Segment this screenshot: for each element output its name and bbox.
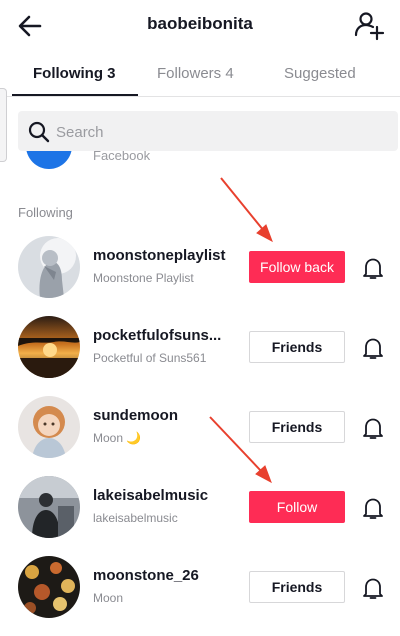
username[interactable]: lakeisabelmusic [93, 487, 208, 504]
search-bar[interactable] [18, 111, 398, 153]
username[interactable]: sundemoon [93, 407, 178, 424]
list-item[interactable]: sundemoon Moon 🌙 Friends [0, 396, 400, 476]
nickname: Moon 🌙 [93, 431, 142, 445]
nickname: Pocketful of Suns561 [93, 351, 207, 365]
bell-icon[interactable] [360, 415, 386, 441]
section-label: Following [18, 205, 73, 220]
follow-button[interactable]: Follow [249, 491, 345, 523]
annotation-arrow-icon [220, 177, 273, 243]
tab-followers[interactable]: Followers 4 [157, 65, 234, 82]
tab-bar: Following 3 Followers 4 Suggested [0, 50, 400, 97]
friends-button[interactable]: Friends [249, 571, 345, 603]
list-item[interactable]: pocketfulofsuns... Pocketful of Suns561 … [0, 316, 400, 396]
nickname: Moon [93, 591, 124, 605]
nickname: Moonstone Playlist [93, 271, 194, 285]
avatar[interactable] [18, 316, 80, 378]
active-tab-indicator [12, 94, 138, 96]
username[interactable]: pocketfulofsuns... [93, 327, 221, 344]
avatar[interactable] [18, 476, 80, 538]
search-icon [28, 121, 50, 143]
page-title: baobeibonita [147, 14, 253, 33]
partial-item-label: Facebook [93, 151, 151, 163]
add-user-icon[interactable] [352, 8, 386, 42]
friends-button[interactable]: Friends [249, 331, 345, 363]
bell-icon[interactable] [360, 495, 386, 521]
avatar[interactable] [18, 396, 80, 458]
username[interactable]: moonstoneplaylist [93, 247, 226, 264]
list-item[interactable]: moonstoneplaylist Moonstone Playlist Fol… [0, 236, 400, 316]
nickname: lakeisabelmusic [93, 511, 178, 525]
bell-icon[interactable] [360, 335, 386, 361]
avatar[interactable] [18, 556, 80, 618]
search-input[interactable] [54, 111, 378, 153]
bell-icon[interactable] [360, 575, 386, 601]
top-bar: baobeibonita [0, 0, 400, 50]
tab-suggested[interactable]: Suggested [284, 65, 356, 82]
list-item[interactable]: lakeisabelmusic lakeisabelmusic Follow [0, 476, 400, 556]
friends-button[interactable]: Friends [249, 411, 345, 443]
list-item-partial[interactable]: Facebook [0, 151, 400, 169]
follow-back-button[interactable]: Follow back [249, 251, 345, 283]
tab-following[interactable]: Following 3 [33, 65, 116, 82]
bell-icon[interactable] [360, 255, 386, 281]
list-item[interactable]: moonstone_26 Moon Friends [0, 556, 400, 636]
facebook-icon [26, 151, 72, 169]
avatar[interactable] [18, 236, 80, 298]
username[interactable]: moonstone_26 [93, 567, 199, 584]
